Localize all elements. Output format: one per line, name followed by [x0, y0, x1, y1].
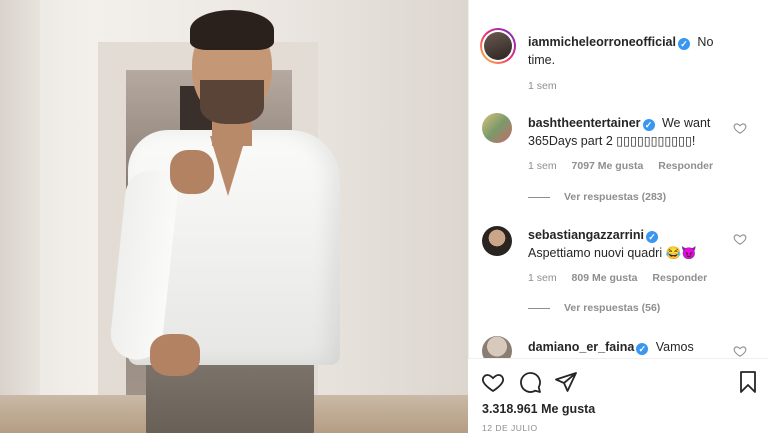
- comment-meta: 1 sem 809 Me gusta Responder: [528, 272, 719, 284]
- post-caption: iammicheleorroneofficial ✓ No time.: [528, 33, 728, 69]
- comment-likes[interactable]: 809 Me gusta: [572, 272, 638, 284]
- post-likes-count[interactable]: 3.318.961 Me gusta: [482, 402, 595, 416]
- photo-wall: [0, 0, 40, 433]
- comment-time: 1 sem: [528, 160, 557, 172]
- comment: bashtheentertainer ✓ We want 365Days part…: [528, 114, 728, 150]
- post-date: 12 DE JULIO: [482, 423, 538, 433]
- photo-beard: [200, 80, 264, 124]
- comment-username[interactable]: bashtheentertainer: [528, 116, 641, 130]
- heart-icon[interactable]: [481, 370, 505, 394]
- photo-hair: [190, 10, 274, 50]
- comment-icon[interactable]: [518, 370, 542, 394]
- comment-username[interactable]: damiano_er_faina: [528, 340, 634, 354]
- comment-like-icon[interactable]: [733, 344, 747, 358]
- caption-time-text: 1 sem: [528, 80, 557, 92]
- comment-avatar[interactable]: [482, 113, 512, 143]
- comment-avatar[interactable]: [482, 226, 512, 256]
- author-username[interactable]: iammicheleorroneofficial: [528, 35, 676, 49]
- view-replies-button[interactable]: Ver respuestas (283): [528, 191, 666, 203]
- post-actions-bar: 3.318.961 Me gusta 12 DE JULIO: [468, 358, 768, 433]
- view-replies-button[interactable]: Ver respuestas (56): [528, 302, 660, 314]
- comment-time: 1 sem: [528, 272, 557, 284]
- post-photo[interactable]: [0, 0, 468, 433]
- comment-like-icon[interactable]: [733, 232, 747, 246]
- comment: sebastiangazzarrini ✓ Aspettiamo nuovi qu…: [528, 226, 728, 262]
- reply-button[interactable]: Responder: [652, 272, 707, 284]
- comment-username[interactable]: sebastiangazzarrini: [528, 228, 644, 242]
- replies-divider: [528, 307, 550, 309]
- view-replies-label: Ver respuestas (283): [564, 191, 667, 203]
- comment-text-line2: 365Days part 2 ▯▯▯▯▯▯▯▯▯▯▯!: [528, 134, 696, 148]
- comment-likes[interactable]: 7097 Me gusta: [572, 160, 644, 172]
- verified-icon: ✓: [677, 38, 690, 50]
- comment-like-icon[interactable]: [733, 121, 747, 135]
- author-avatar[interactable]: [480, 28, 516, 64]
- bookmark-icon[interactable]: [736, 370, 760, 394]
- photo-hand-lower: [150, 334, 200, 376]
- comment-text: Aspettiamo nuovi quadri 😂😈: [528, 246, 697, 260]
- comment-meta: 1 sem 7097 Me gusta Responder: [528, 160, 725, 172]
- verified-icon: ✓: [646, 231, 659, 243]
- verified-icon: ✓: [636, 343, 649, 355]
- share-icon[interactable]: [554, 370, 578, 394]
- comment: damiano_er_faina ✓ Vamos: [528, 338, 728, 356]
- photo-hand: [170, 150, 214, 194]
- comment-text: Vamos: [655, 340, 694, 354]
- comment-text-line1: We want: [661, 116, 711, 130]
- verified-icon: ✓: [642, 119, 655, 131]
- reply-button[interactable]: Responder: [658, 160, 713, 172]
- caption-time: 1 sem: [528, 80, 569, 92]
- replies-divider: [528, 196, 550, 198]
- view-replies-label: Ver respuestas (56): [564, 302, 661, 314]
